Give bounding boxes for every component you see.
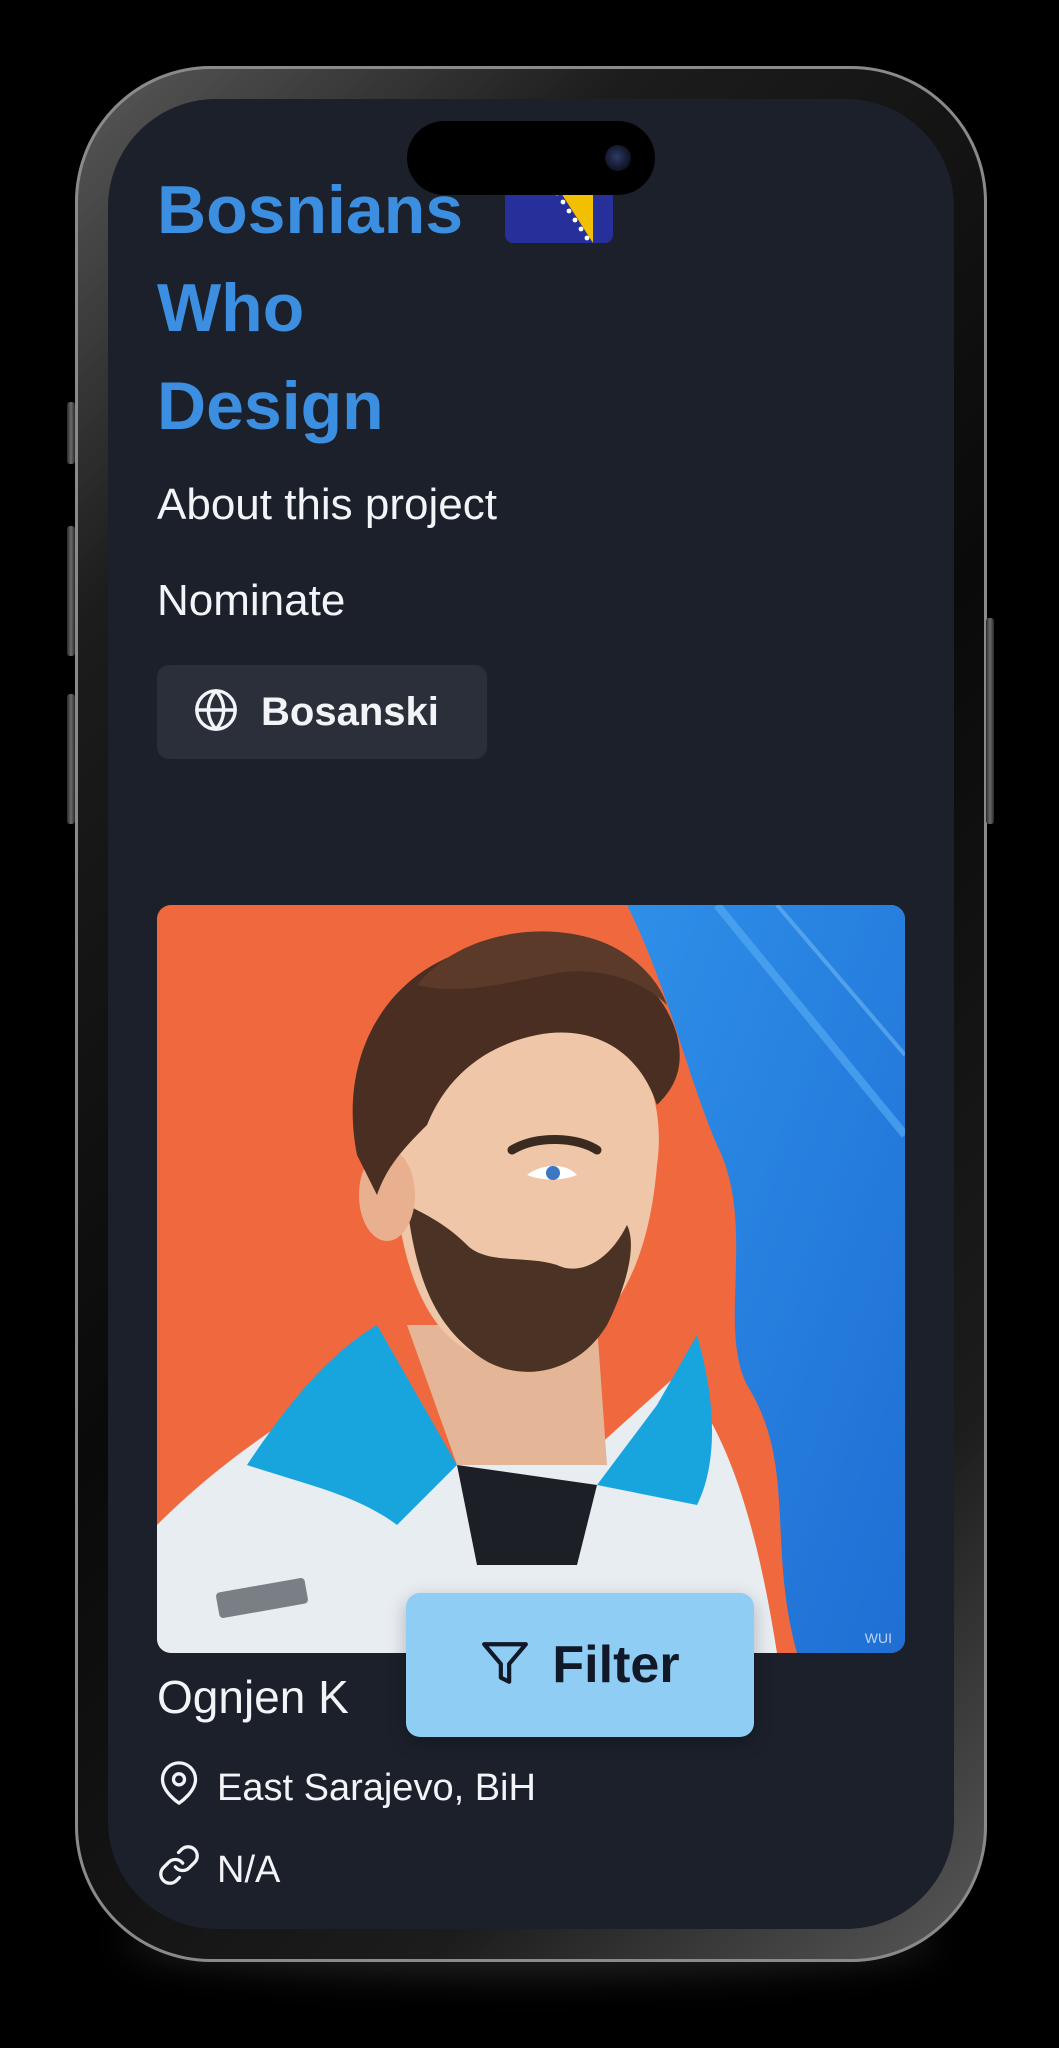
camera-icon: [605, 145, 631, 171]
location-text: East Sarajevo, BiH: [217, 1766, 536, 1809]
app-screen: Bosnians Who Design About this project N…: [108, 99, 954, 1929]
map-pin-icon: [157, 1761, 217, 1815]
filter-button[interactable]: Filter: [406, 1593, 754, 1737]
action-button: [67, 402, 75, 464]
device-mockup: Bosnians Who Design About this project N…: [0, 0, 1059, 2048]
website-text[interactable]: N/A: [217, 1849, 280, 1892]
language-label: Bosanski: [261, 689, 439, 734]
svg-text:WUI: WUI: [865, 1630, 892, 1646]
dynamic-island: [407, 121, 655, 195]
power-button: [986, 618, 994, 824]
location-row: East Sarajevo, BiH: [157, 1761, 536, 1815]
about-link[interactable]: About this project: [157, 479, 497, 531]
title-line-2: Who: [157, 270, 305, 346]
language-button[interactable]: Bosanski: [157, 665, 487, 759]
volume-down-button: [67, 694, 75, 824]
link-icon: [157, 1843, 217, 1897]
funnel-icon: [480, 1638, 530, 1693]
volume-up-button: [67, 526, 75, 656]
designer-name[interactable]: Ognjen K: [157, 1667, 349, 1727]
website-row: N/A: [157, 1843, 280, 1897]
nominate-link[interactable]: Nominate: [157, 575, 345, 627]
globe-icon: [193, 687, 239, 738]
designer-photo[interactable]: WUI: [157, 905, 905, 1653]
filter-label: Filter: [552, 1636, 680, 1694]
title-line-3: Design: [157, 368, 384, 444]
